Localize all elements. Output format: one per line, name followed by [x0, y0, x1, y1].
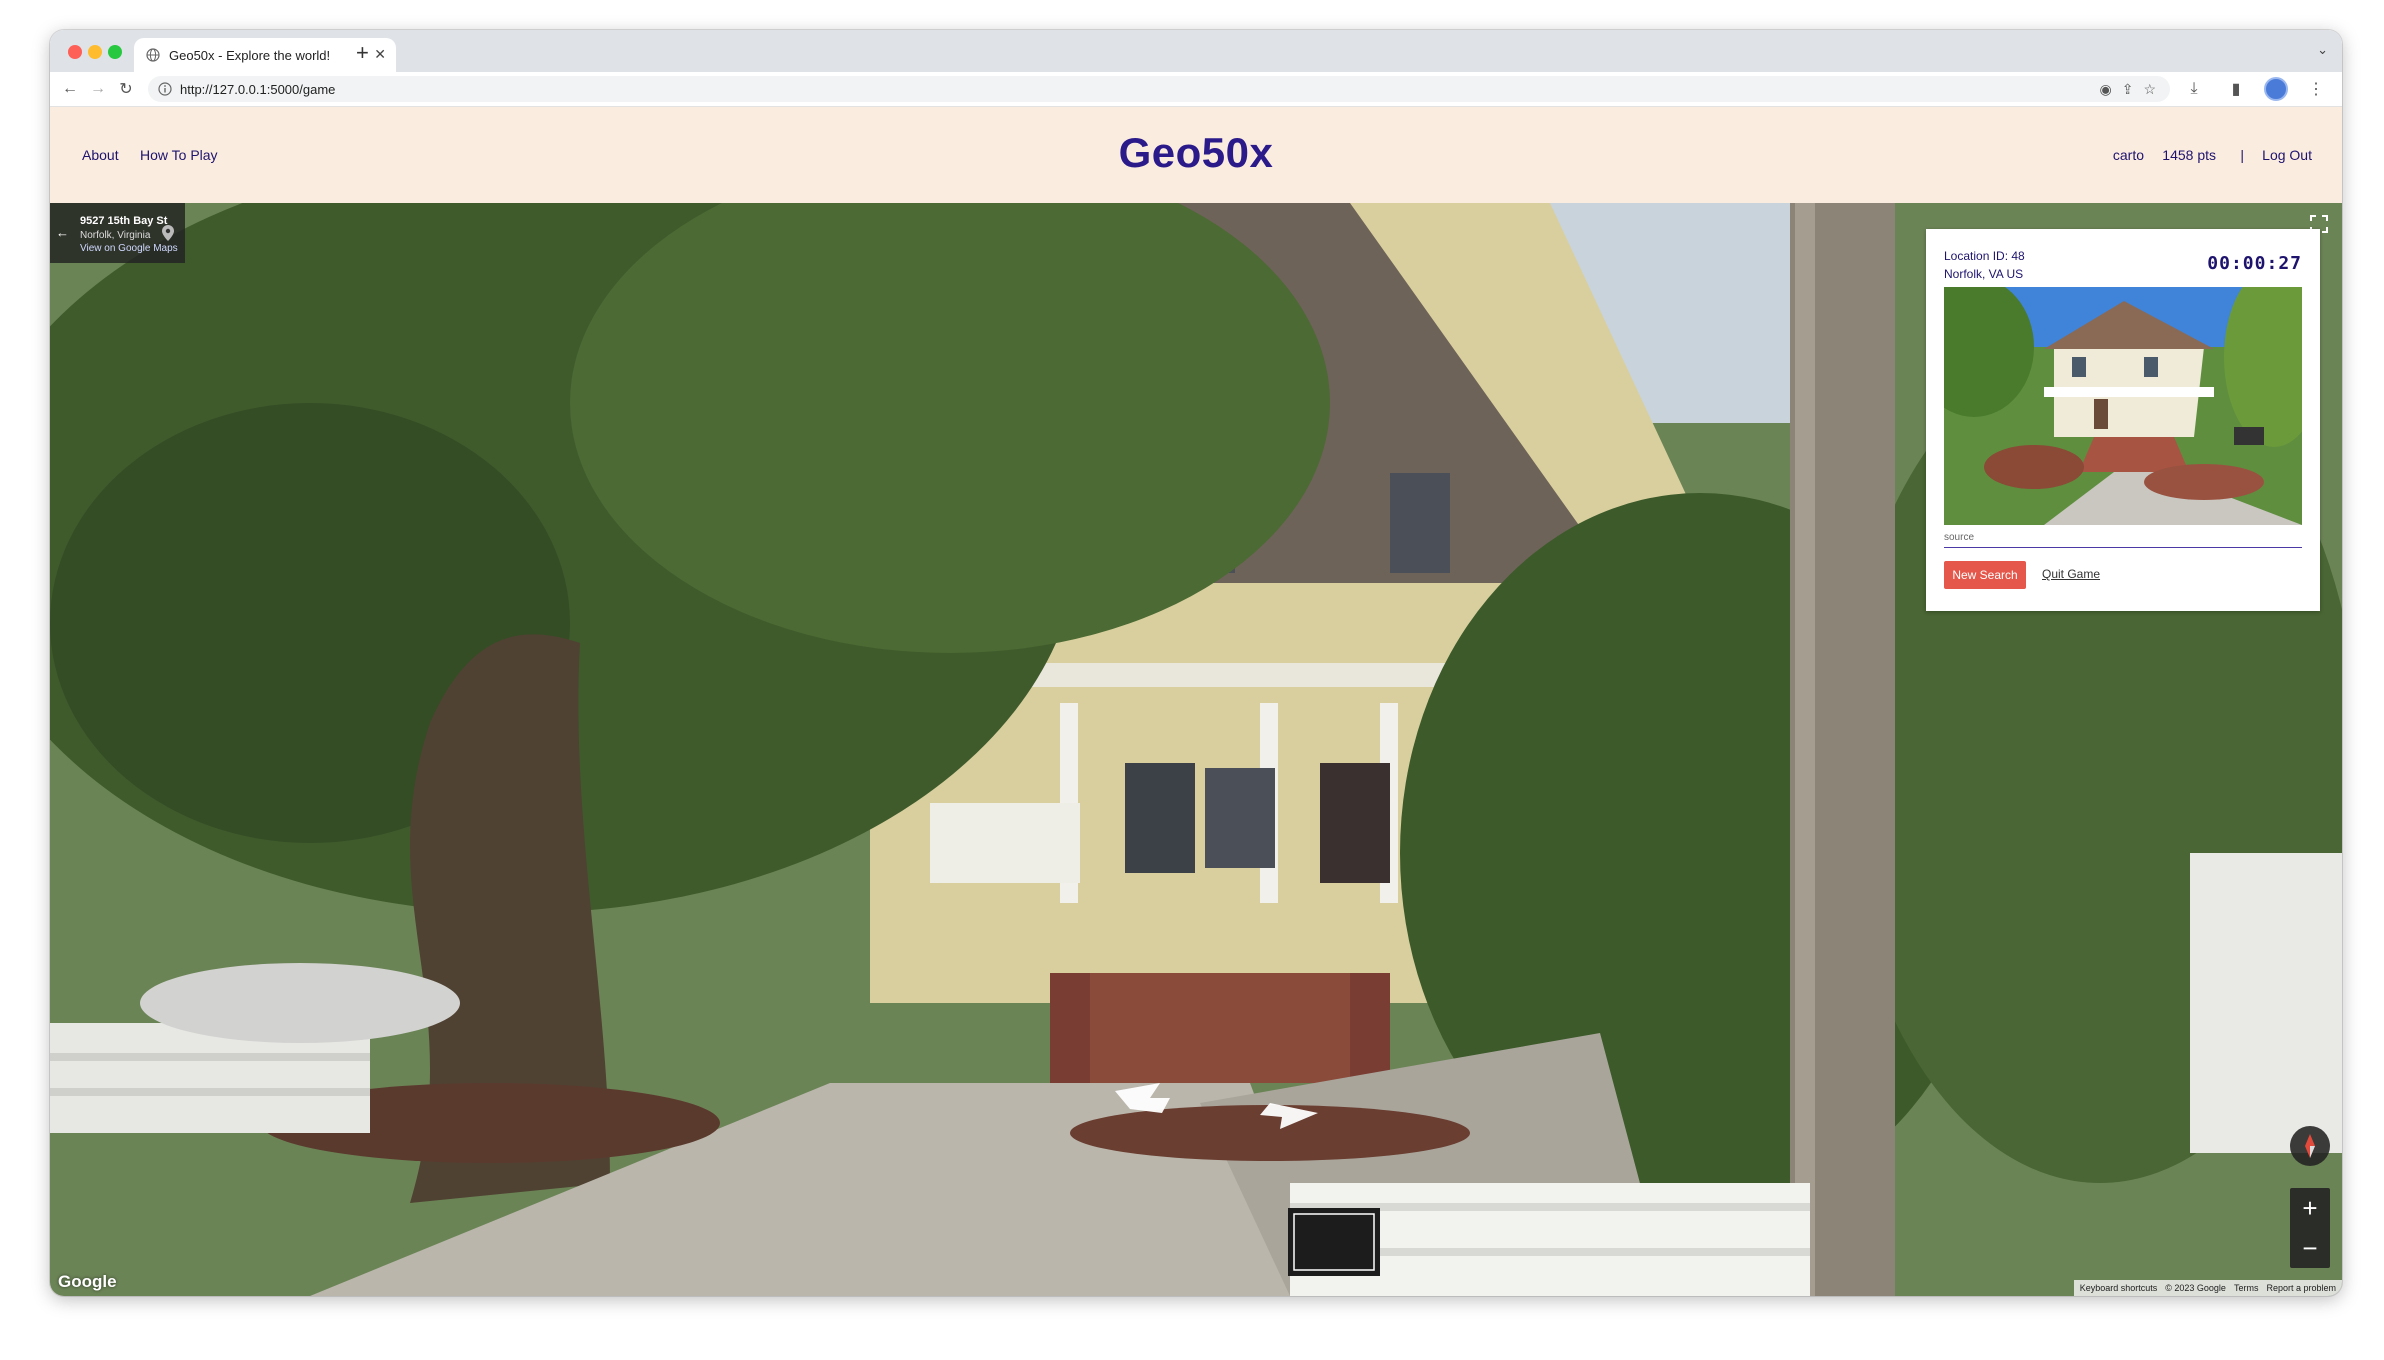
url-text: http://127.0.0.1:5000/game: [180, 81, 336, 97]
view-on-google-maps-link[interactable]: View on Google Maps: [80, 243, 178, 254]
window-maximize-icon[interactable]: [108, 45, 122, 59]
map-pin-icon[interactable]: [162, 225, 174, 241]
tab-strip: Geo50x - Explore the world! ✕ + ⌄: [50, 30, 2342, 72]
address-city: Norfolk, Virginia: [80, 230, 151, 241]
kebab-menu-icon[interactable]: ⋮: [2302, 79, 2330, 99]
profile-avatar[interactable]: [2264, 77, 2288, 101]
back-arrow-icon[interactable]: ←: [56, 80, 84, 98]
tab-search-chevron-icon[interactable]: ⌄: [2317, 42, 2328, 58]
report-problem-link[interactable]: Report a problem: [2266, 1283, 2336, 1293]
window-close-icon[interactable]: [68, 45, 82, 59]
globe-icon: [146, 48, 160, 62]
address-bar[interactable]: http://127.0.0.1:5000/game ◉ ⇪ ☆: [148, 76, 2170, 102]
eye-icon[interactable]: ◉: [2099, 81, 2111, 98]
google-logo: Google: [58, 1272, 117, 1291]
compass-icon[interactable]: [2290, 1126, 2330, 1166]
browser-window: Geo50x - Explore the world! ✕ + ⌄ ← → ↻ …: [50, 30, 2342, 1296]
window-minimize-icon[interactable]: [88, 45, 102, 59]
points-label: 1458 pts: [2162, 147, 2216, 163]
nav-how-to-play-link[interactable]: How To Play: [140, 147, 218, 163]
share-icon[interactable]: ⇪: [2122, 81, 2134, 98]
map-footer: Keyboard shortcuts © 2023 Google Terms R…: [2073, 1280, 2342, 1296]
new-tab-icon[interactable]: +: [356, 40, 369, 66]
game-card: Location ID: 48 Norfolk, VA US 00:00:27: [1926, 229, 2320, 611]
location-photo: [1944, 287, 2302, 525]
site-info-icon[interactable]: [158, 82, 172, 96]
site-logo[interactable]: Geo50x: [1119, 129, 1274, 177]
zoom-out-icon[interactable]: −: [2290, 1228, 2330, 1268]
logout-link[interactable]: Log Out: [2262, 147, 2312, 163]
nav-about-link[interactable]: About: [82, 147, 119, 163]
game-timer: 00:00:27: [2207, 253, 2302, 274]
keyboard-shortcuts-link[interactable]: Keyboard shortcuts: [2080, 1283, 2158, 1293]
bookmark-star-icon[interactable]: ☆: [2143, 81, 2156, 98]
browser-toolbar: ← → ↻ http://127.0.0.1:5000/game ◉ ⇪ ☆ ⤓…: [50, 72, 2342, 107]
tab-close-icon[interactable]: ✕: [374, 46, 386, 63]
side-panel-icon[interactable]: ▮: [2222, 79, 2250, 99]
forward-arrow-icon[interactable]: →: [84, 80, 112, 98]
nav-separator: |: [2240, 147, 2244, 163]
photo-source-label: source: [1944, 532, 1975, 543]
card-divider: [1944, 547, 2302, 548]
location-info: Location ID: 48 Norfolk, VA US: [1944, 247, 2025, 283]
location-id: Location ID: 48: [1944, 249, 2025, 263]
reload-icon[interactable]: ↻: [112, 79, 140, 99]
copyright-text: © 2023 Google: [2165, 1283, 2226, 1293]
zoom-in-icon[interactable]: +: [2290, 1188, 2330, 1228]
username-label: carto: [2112, 147, 2144, 163]
download-icon[interactable]: ⤓: [2180, 80, 2208, 98]
street-view-address-box: ← 9527 15th Bay St Norfolk, Virginia Vie…: [50, 203, 185, 263]
back-arrow-icon[interactable]: ←: [56, 225, 69, 240]
quit-game-link[interactable]: Quit Game: [2042, 567, 2100, 581]
location-place: Norfolk, VA US: [1944, 267, 2024, 281]
address-street: 9527 15th Bay St: [80, 215, 168, 227]
tab-title: Geo50x - Explore the world!: [169, 47, 331, 63]
site-header: About How To Play Geo50x carto 1458 pts …: [50, 107, 2342, 203]
new-search-button[interactable]: New Search: [1944, 561, 2026, 589]
zoom-controls: + −: [2290, 1188, 2330, 1268]
terms-link[interactable]: Terms: [2234, 1283, 2259, 1293]
street-view-panorama[interactable]: ← 9527 15th Bay St Norfolk, Virginia Vie…: [50, 203, 2342, 1296]
